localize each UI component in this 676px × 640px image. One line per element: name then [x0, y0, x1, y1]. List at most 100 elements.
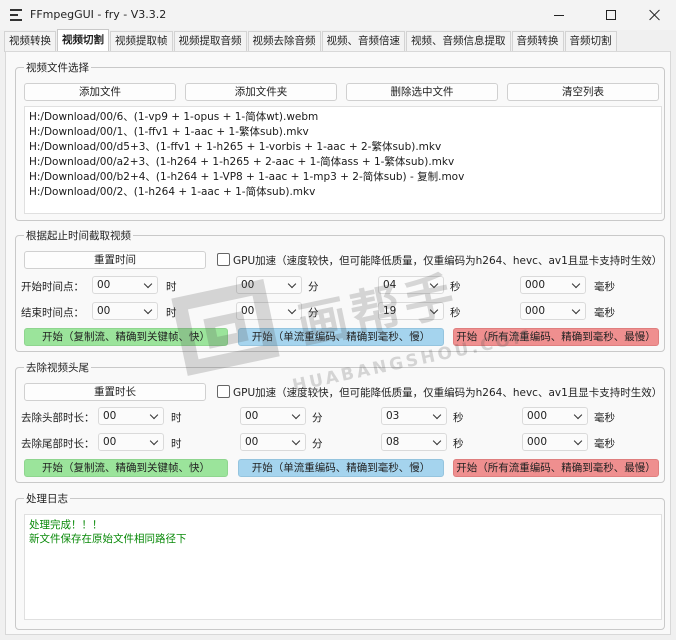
- unit-minute: 分: [308, 307, 319, 319]
- chevron-down-icon: [287, 305, 297, 315]
- chevron-down-icon: [432, 410, 442, 420]
- start-time-label: 开始时间点：: [21, 281, 84, 293]
- unit-hour: 时: [166, 307, 177, 319]
- chevron-down-icon: [291, 410, 301, 420]
- start-ms-select[interactable]: 000: [520, 276, 586, 294]
- tab-info[interactable]: 视频、音频信息提取: [406, 31, 511, 52]
- end-hour-select[interactable]: 00: [92, 302, 158, 320]
- cut-all-reencode-button[interactable]: 开始（所有流重编码、精确到毫秒、最慢）: [453, 328, 659, 346]
- gpu-checkbox[interactable]: [217, 253, 230, 266]
- chevron-down-icon: [143, 305, 153, 315]
- end-time-label: 结束时间点：: [21, 307, 84, 319]
- head-duration-label: 去除头部时长：: [21, 412, 95, 424]
- delete-selected-button[interactable]: 删除选中文件: [346, 83, 498, 101]
- chevron-down-icon: [143, 279, 153, 289]
- log-line: 处理完成！！！: [29, 519, 103, 531]
- unit-minute: 分: [308, 281, 319, 293]
- trim-head-tail-legend: 去除视频头尾: [24, 360, 91, 375]
- start-minute-select[interactable]: 00: [236, 276, 302, 294]
- close-button[interactable]: [632, 0, 676, 30]
- gpu-label: GPU加速（速度较快，但可能降低质量，仅重编码为h264、hevc、av1且显卡…: [233, 255, 663, 267]
- chevron-down-icon: [149, 410, 159, 420]
- cut-copy-stream-button[interactable]: 开始（复制流、精确到关键帧、快）: [24, 328, 228, 346]
- end-ms-select[interactable]: 000: [520, 302, 586, 320]
- start-hour-select[interactable]: 00: [92, 276, 158, 294]
- unit-ms: 毫秒: [594, 307, 615, 319]
- close-icon: [649, 9, 661, 21]
- reset-duration-button[interactable]: 重置时长: [24, 383, 206, 401]
- tail-second-select[interactable]: 08: [381, 433, 447, 451]
- tail-minute-select[interactable]: 00: [240, 433, 306, 451]
- add-folder-button[interactable]: 添加文件夹: [185, 83, 337, 101]
- unit-second: 秒: [453, 438, 464, 450]
- tab-page-video-cut: 视频文件选择 添加文件 添加文件夹 删除选中文件 清空列表 H:/Downloa…: [5, 51, 671, 635]
- head-second-select[interactable]: 03: [381, 407, 447, 425]
- chevron-down-icon: [429, 305, 439, 315]
- log-legend: 处理日志: [24, 491, 70, 506]
- chevron-down-icon: [429, 279, 439, 289]
- chevron-down-icon: [291, 436, 301, 446]
- tail-duration-label: 去除尾部时长：: [21, 438, 95, 450]
- unit-hour: 时: [171, 438, 182, 450]
- chevron-down-icon: [573, 436, 583, 446]
- gpu-checkbox-trim[interactable]: [217, 385, 230, 398]
- head-minute-select[interactable]: 00: [240, 407, 306, 425]
- tail-hour-select[interactable]: 00: [98, 433, 164, 451]
- log-textbox[interactable]: 处理完成！！！ 新文件保存在原始文件相同路径下: [24, 514, 662, 620]
- chevron-down-icon: [571, 279, 581, 289]
- unit-minute: 分: [312, 412, 323, 424]
- file-item[interactable]: H:/Download/00/2、(1-h264 + 1-aac + 1-简体s…: [25, 185, 661, 200]
- tab-bar: 视频转换 视频切割 视频提取帧 视频提取音频 视频去除音频 视频、音频倍速 视频…: [4, 29, 618, 52]
- unit-ms: 毫秒: [594, 438, 615, 450]
- trim-all-reencode-button[interactable]: 开始（所有流重编码、精确到毫秒、最慢）: [453, 459, 659, 477]
- end-minute-select[interactable]: 00: [236, 302, 302, 320]
- file-item[interactable]: H:/Download/00/6、(1-vp9 + 1-opus + 1-简体w…: [25, 110, 661, 125]
- tab-video-cut[interactable]: 视频切割: [57, 29, 109, 52]
- cut-by-time-legend: 根据起止时间截取视频: [24, 228, 133, 243]
- file-item[interactable]: H:/Download/00/1、(1-ffv1 + 1-aac + 1-繁体s…: [25, 125, 661, 140]
- tab-audio-convert[interactable]: 音频转换: [511, 31, 564, 52]
- maximize-button[interactable]: [588, 0, 634, 30]
- tail-ms-select[interactable]: 000: [522, 433, 588, 451]
- maximize-icon: [606, 10, 616, 20]
- file-list[interactable]: H:/Download/00/6、(1-vp9 + 1-opus + 1-简体w…: [24, 106, 662, 214]
- log-line: 新文件保存在原始文件相同路径下: [29, 533, 187, 545]
- file-item[interactable]: H:/Download/00/b2+4、(1-h264 + 1-VP8 + 1-…: [25, 170, 661, 185]
- chevron-down-icon: [571, 305, 581, 315]
- unit-ms: 毫秒: [594, 412, 615, 424]
- unit-ms: 毫秒: [594, 281, 615, 293]
- file-select-legend: 视频文件选择: [24, 60, 91, 75]
- tab-video-convert[interactable]: 视频转换: [4, 31, 56, 52]
- tab-extract-audio[interactable]: 视频提取音频: [173, 31, 247, 52]
- head-hour-select[interactable]: 00: [98, 407, 164, 425]
- minimize-icon: [554, 14, 564, 16]
- unit-hour: 时: [171, 412, 182, 424]
- unit-second: 秒: [450, 281, 461, 293]
- unit-minute: 分: [312, 438, 323, 450]
- menu-icon[interactable]: [10, 9, 22, 21]
- chevron-down-icon: [287, 279, 297, 289]
- trim-copy-stream-button[interactable]: 开始（复制流、精确到关键帧、快）: [24, 459, 228, 477]
- tab-audio-cut[interactable]: 音频切割: [564, 31, 617, 52]
- reset-time-button[interactable]: 重置时间: [24, 251, 206, 269]
- add-file-button[interactable]: 添加文件: [24, 83, 176, 101]
- chevron-down-icon: [149, 436, 159, 446]
- head-ms-select[interactable]: 000: [522, 407, 588, 425]
- file-item[interactable]: H:/Download/00/a2+3、(1-h264 + 1-h265 + 2…: [25, 155, 661, 170]
- chevron-down-icon: [573, 410, 583, 420]
- end-second-select[interactable]: 19: [378, 302, 444, 320]
- cut-single-reencode-button[interactable]: 开始（单流重编码、精确到毫秒、慢）: [238, 328, 444, 346]
- minimize-button[interactable]: [536, 0, 582, 30]
- tab-remove-audio[interactable]: 视频去除音频: [247, 31, 321, 52]
- unit-hour: 时: [166, 281, 177, 293]
- trim-single-reencode-button[interactable]: 开始（单流重编码、精确到毫秒、慢）: [238, 459, 444, 477]
- gpu-label-trim: GPU加速（速度较快，但可能降低质量，仅重编码为h264、hevc、av1且显卡…: [233, 387, 663, 399]
- tab-speed[interactable]: 视频、音频倍速: [321, 31, 405, 52]
- tab-extract-frame[interactable]: 视频提取帧: [110, 31, 173, 52]
- window-title: FFmpegGUI - fry - V3.3.2: [30, 8, 167, 21]
- clear-list-button[interactable]: 清空列表: [507, 83, 659, 101]
- start-second-select[interactable]: 04: [378, 276, 444, 294]
- file-item[interactable]: H:/Download/00/d5+3、(1-ffv1 + 1-h265 + 1…: [25, 140, 661, 155]
- title-bar: FFmpegGUI - fry - V3.3.2: [0, 0, 676, 30]
- unit-second: 秒: [450, 307, 461, 319]
